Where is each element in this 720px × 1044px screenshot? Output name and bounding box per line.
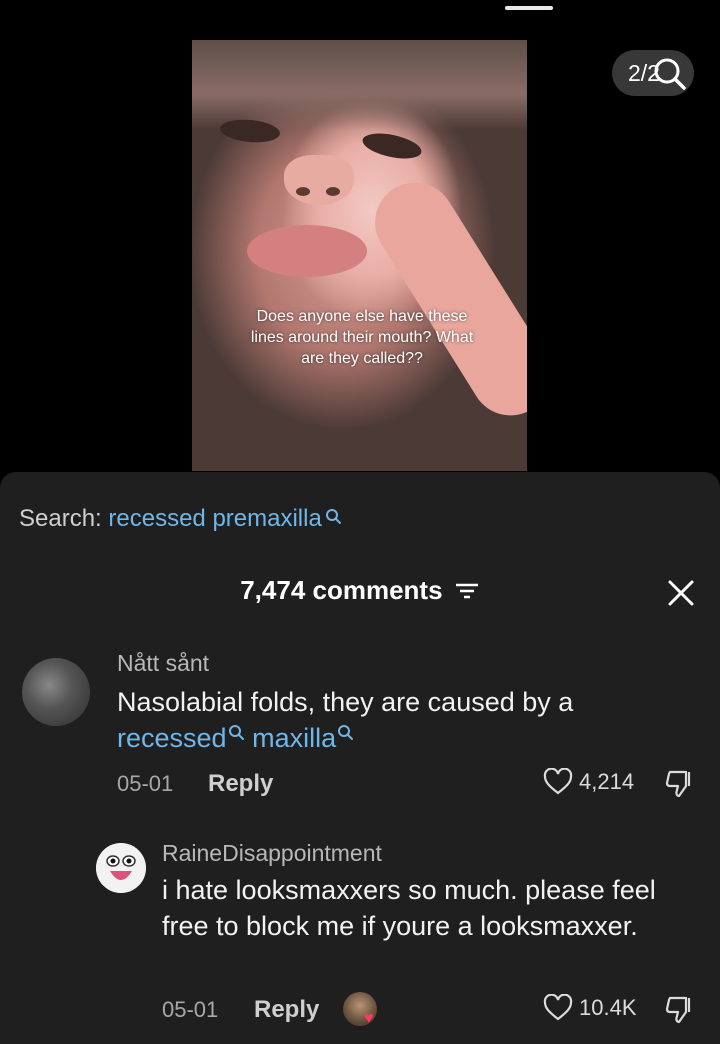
search-term-link[interactable]: recessed premaxilla	[108, 505, 321, 532]
search-label: Search:	[19, 505, 102, 532]
close-icon[interactable]	[666, 578, 696, 608]
like-button[interactable]: 4,214	[543, 768, 634, 796]
video-player[interactable]: Does anyone else have these lines around…	[192, 40, 527, 471]
dislike-icon[interactable]	[664, 768, 696, 805]
search-icon	[324, 505, 342, 533]
search-link-recessed[interactable]: recessed	[117, 723, 227, 753]
search-icon	[336, 723, 354, 753]
dislike-icon[interactable]	[664, 994, 696, 1031]
video-frame-nose	[284, 155, 354, 205]
search-icon	[227, 723, 245, 753]
comment-username[interactable]: RaineDisappointment	[162, 840, 382, 867]
reply-button[interactable]: Reply	[208, 770, 273, 798]
comment-text: i hate looksmaxxers so much. please feel…	[162, 875, 656, 941]
heart-icon	[543, 994, 573, 1021]
media-counter[interactable]: 2/2	[612, 50, 694, 96]
reply-button[interactable]: Reply	[254, 996, 319, 1024]
video-frame-hair	[192, 40, 527, 130]
comments-count: 7,474 comments	[240, 575, 443, 605]
comments-header: 7,474 comments	[0, 575, 720, 608]
like-count: 4,214	[579, 769, 635, 794]
search-link-maxilla[interactable]: maxilla	[252, 723, 336, 753]
filter-icon[interactable]	[454, 577, 480, 608]
video-frame-finger	[360, 167, 527, 431]
avatar[interactable]	[96, 843, 146, 893]
heart-icon	[543, 768, 573, 795]
like-button[interactable]: 10.4K	[543, 994, 637, 1022]
video-frame-eye	[360, 129, 424, 163]
comment-username[interactable]: Nått sånt	[117, 650, 209, 677]
comment-text: Nasolabial folds, they are caused by a r…	[117, 684, 677, 756]
zoom-icon[interactable]	[652, 56, 688, 107]
comments-sheet	[0, 472, 720, 1044]
comment-date: 05-01	[117, 771, 174, 796]
video-frame-nostril	[326, 187, 340, 196]
like-count: 10.4K	[579, 995, 637, 1020]
top-indicator	[505, 6, 553, 10]
search-suggestion[interactable]: Search: recessed premaxilla	[19, 505, 342, 533]
avatar[interactable]	[22, 658, 90, 726]
creator-heart-icon: ♥	[364, 1010, 374, 1027]
video-frame-nostril	[296, 187, 310, 196]
comment-date: 05-01	[162, 997, 219, 1022]
comment-text-plain: Nasolabial folds, they are caused by a	[117, 687, 574, 717]
video-caption: Does anyone else have these lines around…	[250, 308, 474, 367]
video-frame-lips	[247, 225, 367, 277]
